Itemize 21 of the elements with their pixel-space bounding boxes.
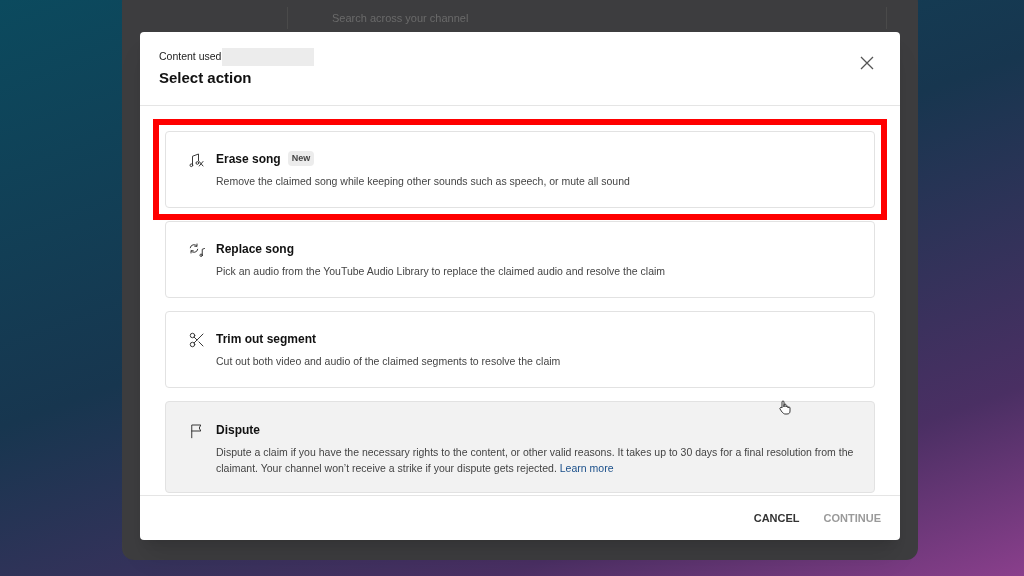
hand-cursor-icon xyxy=(779,400,791,415)
option-card[interactable]: Trim out segment Cut out both video and audio of the claimed segments to resolve the claim xyxy=(165,310,875,388)
option-description: Dispute a claim if you have the necessary rights to the content, or other valid reasons. It takes up to 30 days for a final resolution from the claimant. Your channel won’t receive a strike if your dispute gets rejected. Learn more xyxy=(216,444,855,476)
option-description: Remove the claimed song while keeping other sounds such as speech, or mute all sound xyxy=(216,173,630,189)
content-used-label: Content used xyxy=(159,49,222,65)
dialog-title: Select action xyxy=(159,68,253,88)
dialog-button[interactable]: CANCEL xyxy=(753,509,800,526)
scissors-icon xyxy=(188,330,206,349)
option-card[interactable]: Replace song Pick an audio from the YouTube Audio Library to replace the claimed audio and resolve the claim xyxy=(165,220,875,298)
option-title: Replace song xyxy=(216,240,295,258)
music-note-scissors-icon xyxy=(188,150,206,169)
new-badge: New xyxy=(287,150,315,167)
option-description: Cut out both video and audio of the claimed segments to resolve the claim xyxy=(216,353,561,369)
close-icon xyxy=(860,56,874,70)
option-card[interactable]: Erase song New Remove the claimed song while keeping other sounds such as speech, or mute all sound xyxy=(165,130,875,208)
option-title: Trim out segment xyxy=(216,330,316,348)
option-card[interactable] xyxy=(165,400,875,493)
learn-more-link[interactable]: Learn more xyxy=(559,461,614,474)
option-title: Erase song xyxy=(216,150,281,168)
option-description: Pick an audio from the YouTube Audio Library to replace the claimed audio and resolve the claim xyxy=(216,263,666,279)
option-title: Dispute xyxy=(216,421,260,439)
